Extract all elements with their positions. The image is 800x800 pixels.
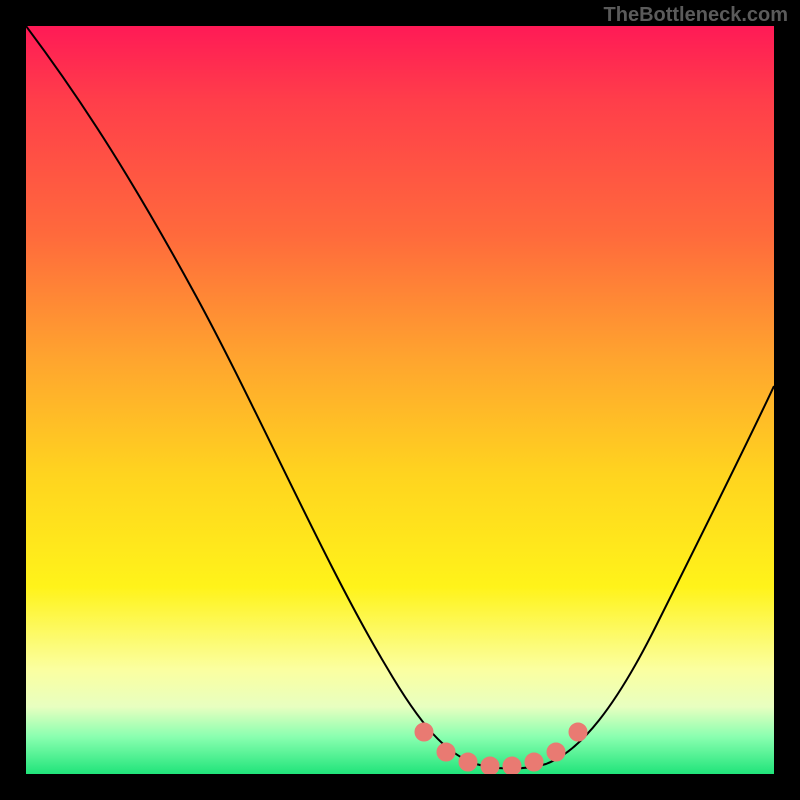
bottleneck-curve — [26, 26, 774, 774]
plot-area — [26, 26, 774, 774]
chart-frame: TheBottleneck.com — [0, 0, 800, 800]
watermark: TheBottleneck.com — [604, 4, 788, 27]
curve-path — [26, 26, 774, 769]
optimal-zone-markers — [415, 723, 587, 774]
